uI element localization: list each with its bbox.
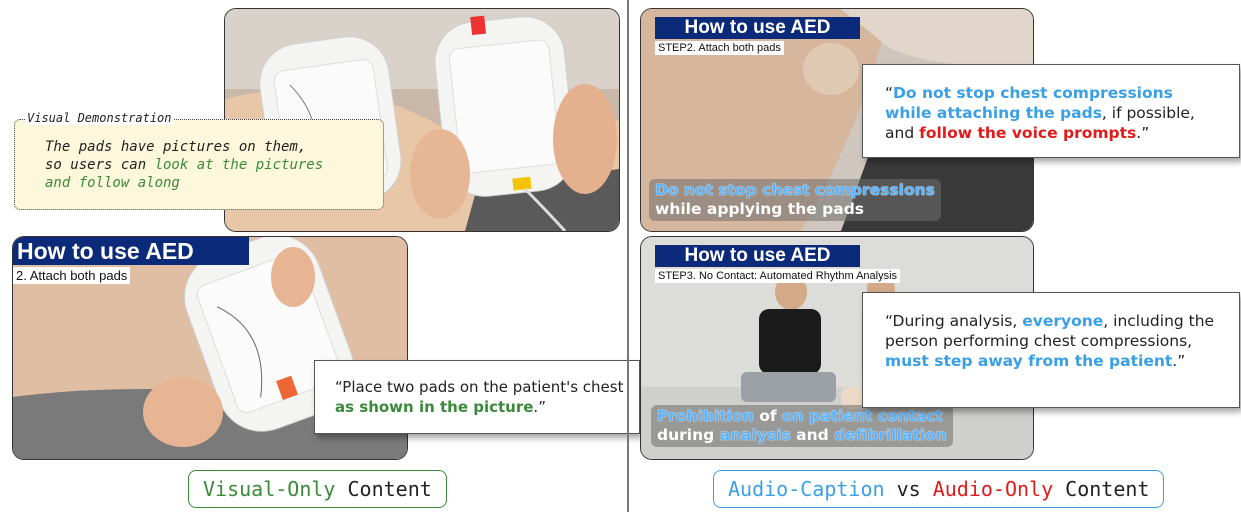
aed-title-banner: How to use AED xyxy=(13,237,249,265)
step-label: STEP3. No Contact: Automated Rhythm Anal… xyxy=(655,269,901,283)
step-label: 2. Attach both pads xyxy=(13,267,131,284)
chest-compression-quote: “Do not stop chest compressions while at… xyxy=(862,64,1240,158)
visual-demonstration-title: Visual Demonstration xyxy=(25,111,174,125)
step-label: STEP2. Attach both pads xyxy=(655,41,784,55)
caption-overlay: Prohibition of on patient contact during… xyxy=(651,405,953,447)
step-away-quote: “During analysis, everyone, including th… xyxy=(862,292,1240,408)
visual-demonstration-text: The pads have pictures on them, so users… xyxy=(45,139,324,191)
visual-only-label: Visual-Only Content xyxy=(188,470,447,508)
aed-title-banner: How to use AED xyxy=(655,245,860,267)
aed-title-banner: How to use AED xyxy=(655,17,860,39)
panel-divider xyxy=(627,0,629,512)
audio-caption-vs-audio-only-label: Audio-Caption vs Audio-Only Content xyxy=(713,470,1165,508)
place-pads-quote: “Place two pads on the patient's chest a… xyxy=(314,360,640,434)
caption-overlay: Do not stop chest compressions while app… xyxy=(649,179,941,221)
visual-demonstration-box: Visual Demonstration The pads have pictu… xyxy=(14,111,384,210)
